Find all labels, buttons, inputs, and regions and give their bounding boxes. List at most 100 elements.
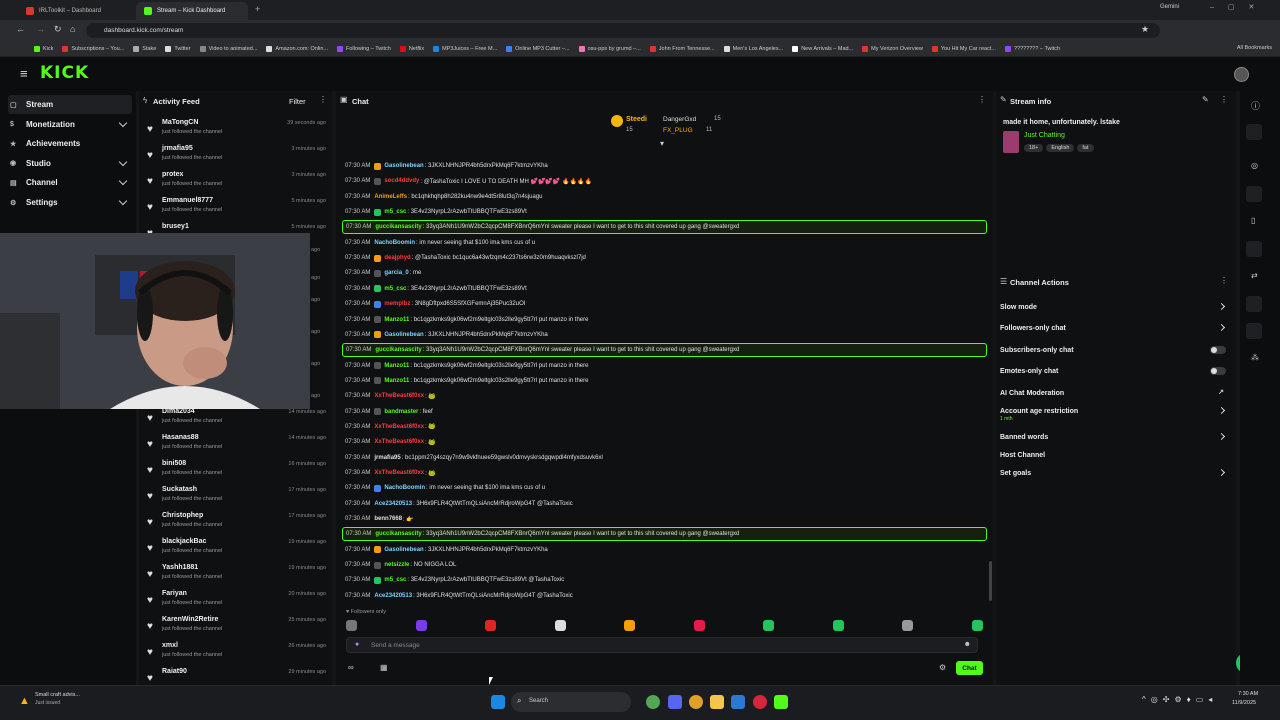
message-username[interactable]: netsizzle [384,562,409,568]
activity-username[interactable]: Hasanas88 [162,434,199,441]
message-username[interactable]: XxTheBeast6f0xx [374,470,424,476]
chat-tool-icon[interactable] [1246,241,1262,257]
toggle-switch[interactable] [1210,346,1226,354]
mic-icon[interactable]: ● [355,641,359,648]
chat-message[interactable]: 07:30 AM bandmaster: feef [342,405,987,419]
activity-item[interactable]: ♥ Hasanas88 just followed the channel 14 mi… [145,432,328,458]
activity-username[interactable]: KarenWin2Retire [162,616,218,623]
message-username[interactable]: Manzo11 [384,378,409,384]
chat-message[interactable]: 07:30 AM m5_csc: 3E4v23NyrpL2rAzwbTtUBBQT… [342,282,987,296]
emote-icon[interactable] [693,620,705,631]
chat-message[interactable]: 07:30 AM m5_csc: 3E4v23NyrpL2rAzwbTtUBBQT… [342,205,987,219]
spotify-icon[interactable] [646,695,660,709]
activity-username[interactable]: Yashh1881 [162,564,198,571]
filter-button[interactable]: Filter [289,92,306,110]
chat-message[interactable]: 07:30 AM guccikansascity: 33yq3ANh1U9nW2b… [342,343,987,358]
message-username[interactable]: Manzo11 [384,363,409,369]
emote-icon[interactable] [902,620,913,631]
message-username[interactable]: XxTheBeast6f0xx [374,439,424,445]
bookmark-item[interactable]: Online MP3 Cutter –... [506,45,570,52]
channel-action-host-channel[interactable]: Host Channel [1000,446,1230,464]
activity-item[interactable]: ♥ protex just followed the channel 3 minute… [145,169,328,195]
message-username[interactable]: NachoBoomin [384,485,425,491]
activity-username[interactable]: brusey1 [162,223,189,230]
tab-irltoolkit[interactable]: IRLToolkit – Dashboard [18,2,132,20]
message-username[interactable]: m5_csc [384,577,406,583]
top-user-1[interactable]: Steedi [626,116,647,123]
channel-actions-more-icon[interactable]: ⋮ [1220,276,1228,285]
activity-username[interactable]: Raiat90 [162,668,187,675]
emote-icon[interactable] [415,620,427,631]
tab-kick-dashboard[interactable]: Stream – Kick Dashboard [136,2,248,20]
message-username[interactable]: Gasolinebean [384,332,423,338]
chat-message[interactable]: 07:30 AM Gasolinebean: 3JKXLNHNJPR4bh5drx… [342,159,987,173]
bookmark-star-icon[interactable]: ★ [1141,24,1149,35]
chat-message[interactable]: 07:30 AM Manzo11: bc1qgzkmks9gk06wf2m9elt… [342,313,987,327]
channel-action-set-goals[interactable]: Set goals [1000,464,1230,482]
sidebar-item-achievements[interactable]: ★ Achievements [8,134,132,153]
message-username[interactable]: AnimeLeffs [374,194,407,200]
emote-icon[interactable] [624,620,635,631]
external-link-icon[interactable]: ↗ [1218,388,1224,396]
channel-action-subscribers-only-chat[interactable]: Subscribers-only chat [1000,341,1230,359]
activity-username[interactable]: jrmafia95 [162,145,193,152]
activity-username[interactable]: Emmanuel8777 [162,197,213,204]
message-username[interactable]: bandmaster [384,409,418,415]
bookmark-item[interactable]: John From Tennesse... [649,45,715,52]
edit-tool-icon[interactable] [1246,124,1262,140]
bookmark-item[interactable]: Netflix [399,45,424,52]
chat-message[interactable]: 07:30 AM Ace23420513: 3H6x9FLR4QtWtTmQLsi… [342,497,987,511]
message-username[interactable]: m5_csc [384,286,406,292]
emoji-icon[interactable]: ☻ [964,641,971,648]
bookmark-item[interactable]: Amazon.com: Onlin... [266,45,328,52]
message-username[interactable]: NachoBoomin [374,240,415,246]
activity-username[interactable]: blackjackBac [162,538,206,545]
sidebar-item-channel[interactable]: ▤ Channel [8,173,132,192]
bookmark-item[interactable]: Twitter [165,45,191,52]
emote-icon[interactable] [763,620,774,631]
message-username[interactable]: XxTheBeast6f0xx [374,424,424,430]
chat-input-field[interactable]: ● Send a message ☻ [346,637,978,653]
chat-message[interactable]: 07:30 AM XxTheBeast6f0xx: 🐸 [342,435,987,449]
message-username[interactable]: benn7668 [374,516,402,522]
message-username[interactable]: garcia_0 [384,270,408,276]
forward-icon[interactable]: → [36,24,45,34]
chat-message[interactable]: 07:30 AM XxTheBeast6f0xx: 🐸 [342,466,987,480]
lightning-tool-icon[interactable] [1246,186,1262,202]
chat-message[interactable]: 07:30 AM jrmafia95: bc1ppm27g4szqy7n9w9vk… [342,451,987,465]
bookmark-item[interactable]: My Verizon Overview [862,45,923,52]
chat-message[interactable]: 07:30 AM Ace23420513: 3H6x9FLR4QtWtTmQLsi… [342,589,987,603]
top-user-2[interactable]: DangerGxd [663,116,696,123]
channel-action-account-age-restriction[interactable]: Account age restriction 1 mth [1000,402,1230,422]
activity-username[interactable]: Suckatash [162,486,197,493]
message-username[interactable]: guccikansascity [375,224,421,230]
emote-icon[interactable] [485,620,496,631]
category-link[interactable]: Just Chatting [1024,132,1065,139]
send-chat-button[interactable]: Chat [956,661,983,675]
new-tab-icon[interactable]: + [255,4,260,14]
user-avatar[interactable] [1234,67,1249,82]
activity-username[interactable]: Christophep [162,512,203,519]
system-tray-icons[interactable]: ^◎✣⚙♦▭◂ [1142,695,1217,704]
kick-app-icon[interactable] [774,695,788,709]
wrench-tool-icon[interactable] [1246,323,1262,339]
bookmark-item[interactable]: New Arrivals – Mad... [792,45,853,52]
activity-item[interactable]: ♥ jrmafia95 just followed the channel 3 min… [145,143,328,169]
home-icon[interactable]: ⌂ [70,24,75,34]
opera-icon[interactable] [753,695,767,709]
sidebar-item-monetization[interactable]: $ Monetization [8,115,132,134]
loop-icon[interactable]: ∞ [348,663,354,672]
top-user-3[interactable]: FX_PLUG [663,127,693,134]
message-username[interactable]: socd4ddvdy [384,178,419,184]
message-username[interactable]: jrmafia95 [374,455,400,461]
all-bookmarks-button[interactable]: All Bookmarks [1237,45,1272,51]
chat-message[interactable]: 07:30 AM guccikansascity: 33yq3ANh1U9nW2b… [342,527,987,542]
bookmark-item[interactable]: osu-pps by grumd –... [578,45,641,52]
bookmark-item[interactable]: Stake [133,45,156,52]
share-icon[interactable]: ⁂ [1251,353,1259,362]
window-controls[interactable]: –▢✕ [1210,3,1268,11]
gift-icon[interactable]: ▦ [380,663,388,672]
chat-message[interactable]: 07:30 AM Gasolinebean: 3JKXLNHNJPR4bh5drx… [342,543,987,557]
chrome-icon[interactable] [689,695,703,709]
chat-message[interactable]: 07:30 AM socd4ddvdy: @TashaToxic I LOVE U… [342,174,987,188]
